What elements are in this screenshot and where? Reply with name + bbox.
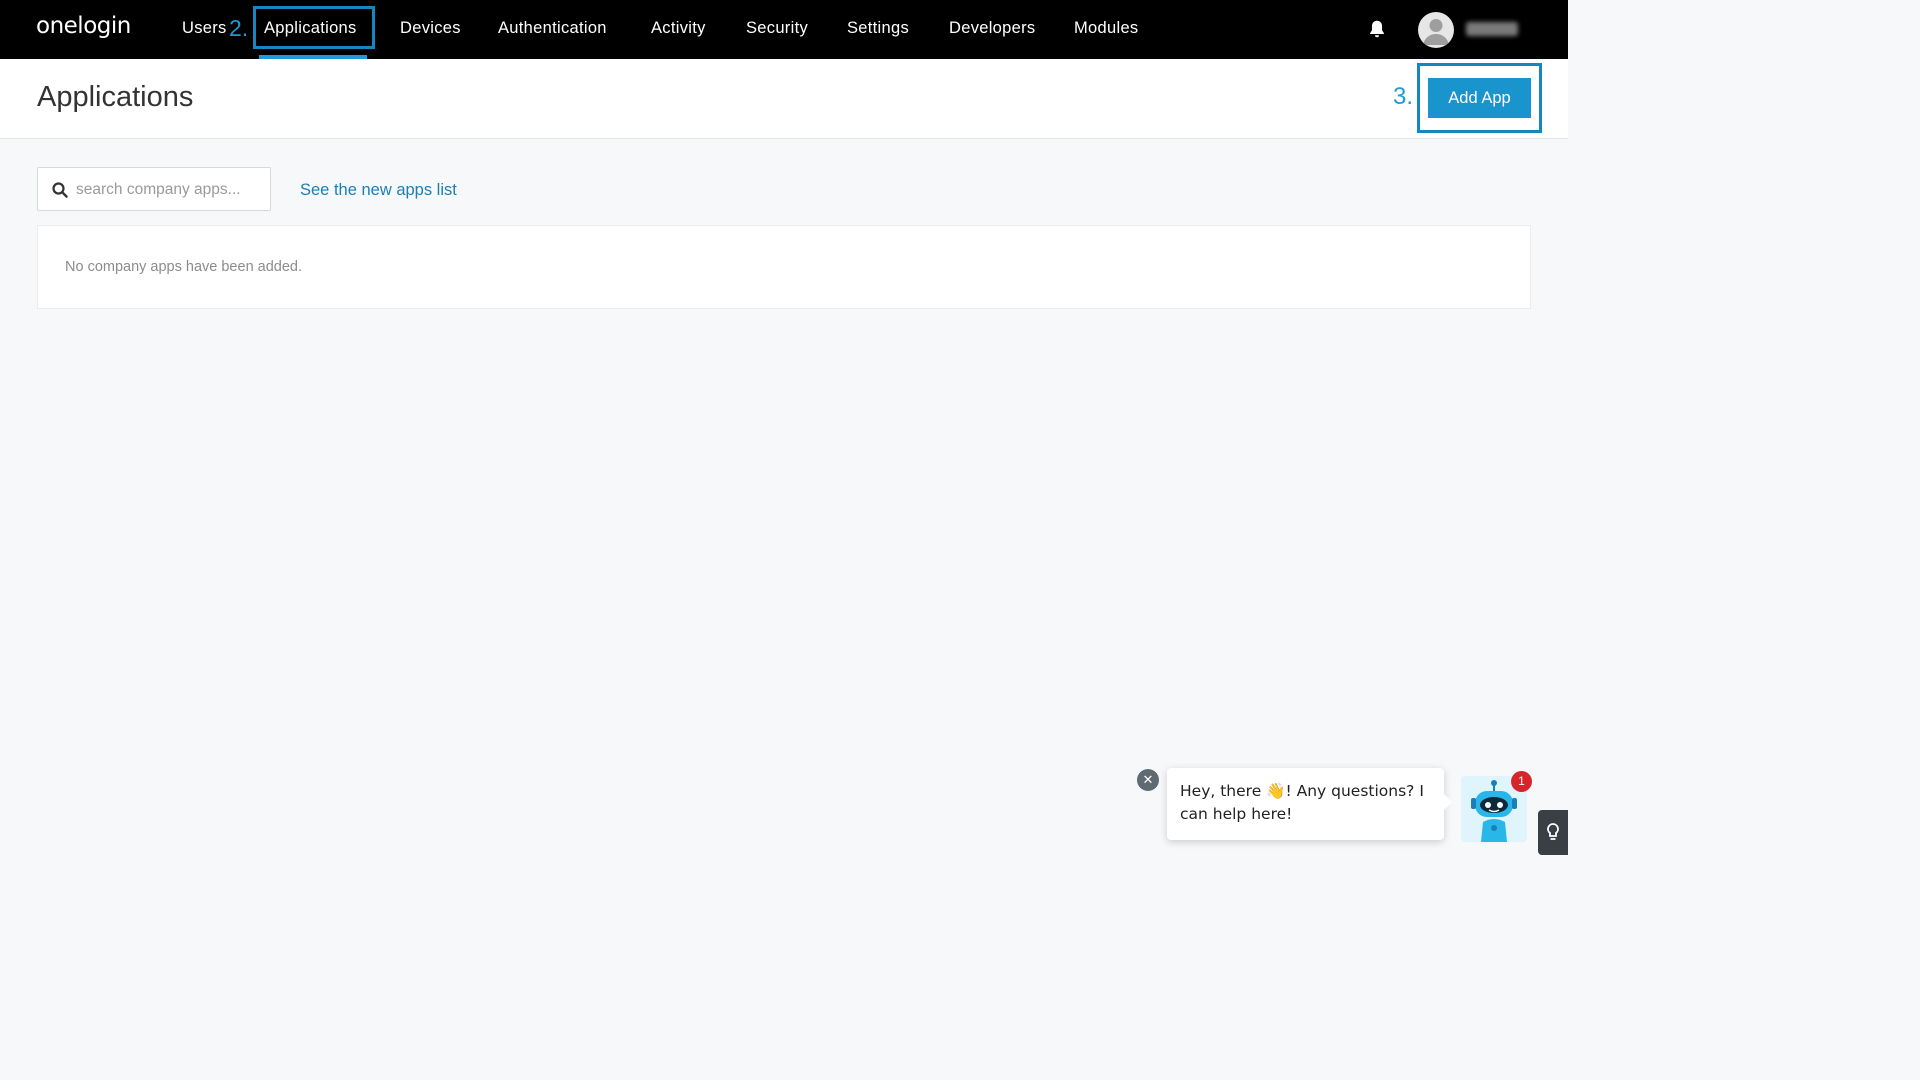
search-input[interactable] [76,179,262,201]
help-side-tab[interactable] [1538,810,1568,855]
nav-settings[interactable]: Settings [847,19,909,38]
annotation-step-3: 3. [1393,83,1414,110]
bell-icon[interactable] [1366,18,1388,40]
user-avatar[interactable] [1418,12,1454,48]
onelogin-logo[interactable]: onelogin [36,13,131,39]
apps-list-panel: No company apps have been added. [37,225,1531,309]
page-header: Applications 3. Add App [0,59,1568,139]
chat-message-start: Hey, there [1180,782,1267,800]
close-chat-icon[interactable]: ✕ [1137,769,1159,791]
username-redacted[interactable] [1466,22,1518,36]
waving-hand-icon: 👋 [1266,782,1286,800]
nav-applications[interactable]: Applications [264,19,357,38]
annotation-step-2: 2. [229,15,249,41]
see-new-apps-list-link[interactable]: See the new apps list [300,181,457,200]
search-box[interactable] [37,167,271,211]
notification-badge: 1 [1511,771,1532,792]
page-title: Applications [37,81,194,113]
nav-activity[interactable]: Activity [651,19,706,38]
nav-authentication[interactable]: Authentication [498,19,607,38]
chat-message-bubble[interactable]: Hey, there 👋! Any questions? I can help … [1167,768,1452,840]
nav-devices[interactable]: Devices [400,19,461,38]
search-icon [52,182,68,198]
user-silhouette-icon [1423,19,1449,45]
nav-security[interactable]: Security [746,19,808,38]
top-navigation-bar: onelogin Users 2. Applications Devices A… [0,0,1568,59]
nav-modules[interactable]: Modules [1074,19,1138,38]
add-app-button[interactable]: Add App [1428,78,1531,118]
empty-state-message: No company apps have been added. [65,259,303,275]
lightbulb-icon [1547,823,1559,840]
nav-users[interactable]: Users [182,19,227,38]
nav-developers[interactable]: Developers [949,19,1035,38]
